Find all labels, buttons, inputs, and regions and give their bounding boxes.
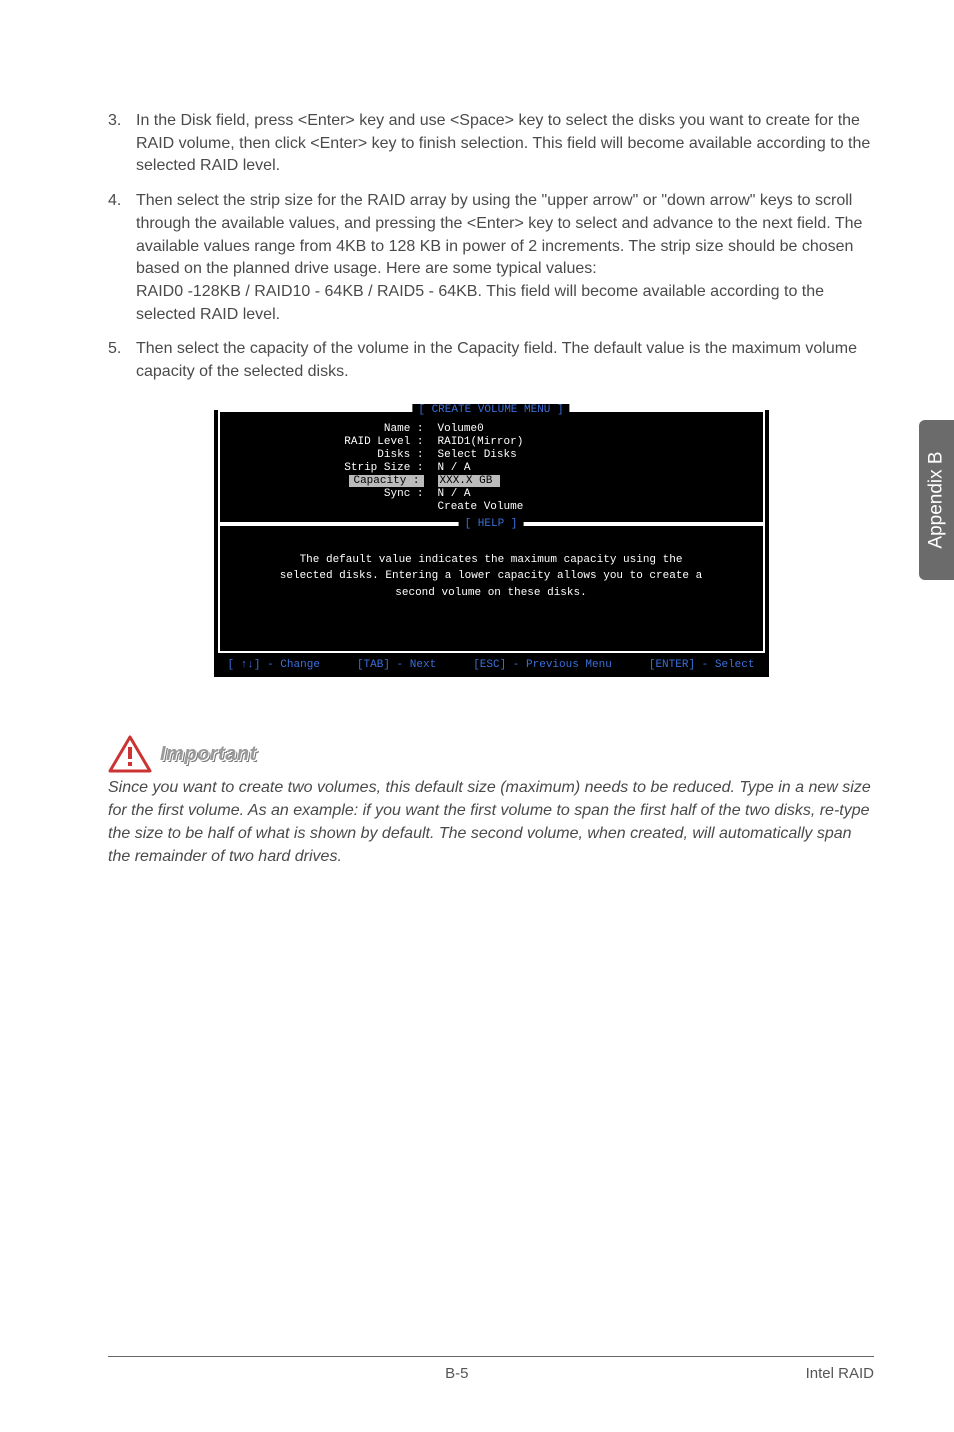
bios-screenshot: [ CREATE VOLUME MENU ] Name :Volume0 RAI… [214,410,769,678]
field-row: Disks :Select Disks [238,449,745,461]
important-callout: Important Since you want to create two v… [108,735,874,868]
side-tab-label: Appendix B [926,451,948,548]
bios-box-title: [ HELP ] [459,518,524,530]
field-value: N / A [438,488,471,500]
field-value: Volume0 [438,423,484,435]
bios-footer: [ ↑↓] - Change [TAB] - Next [ESC] - Prev… [214,653,769,677]
bios-hint: [ENTER] - Select [649,659,755,671]
field-label: Strip Size : [238,462,438,474]
bios-create-volume-box: [ CREATE VOLUME MENU ] Name :Volume0 RAI… [218,410,765,524]
bios-hint: [TAB] - Next [357,659,436,671]
field-row: Create Volume [238,501,745,513]
field-label: Sync : [238,488,438,500]
page-footer: B-5 Intel RAID [108,1356,874,1382]
instruction-list: 3. In the Disk field, press <Enter> key … [108,110,874,384]
field-value: Select Disks [438,449,517,461]
bios-help-text: The default value indicates the maximum … [220,526,763,652]
item-number: 5. [108,338,136,383]
bios-help-box: [ HELP ] The default value indicates the… [218,524,765,654]
field-label: RAID Level : [238,436,438,448]
field-value: RAID1(Mirror) [438,436,524,448]
bios-hint: [ESC] - Previous Menu [473,659,612,671]
footer-page: B-5 [445,1365,468,1382]
item-number: 4. [108,190,136,326]
item-number: 3. [108,110,136,178]
bios-hint: [ ↑↓] - Change [228,659,320,671]
field-value: XXX.X GB [438,475,501,487]
important-header: Important [108,735,874,773]
list-item: 4. Then select the strip size for the RA… [108,190,874,326]
field-value: Create Volume [438,501,524,513]
field-label: Name : [238,423,438,435]
field-row: RAID Level :RAID1(Mirror) [238,436,745,448]
item-text: Then select the capacity of the volume i… [136,338,874,383]
field-label: Disks : [238,449,438,461]
field-label [238,501,438,513]
field-value: N / A [438,462,471,474]
warning-icon [108,735,152,773]
page-content: 3. In the Disk field, press <Enter> key … [0,0,954,868]
item-text: In the Disk field, press <Enter> key and… [136,110,874,178]
field-row: Sync :N / A [238,488,745,500]
footer-section: Intel RAID [806,1365,874,1382]
field-row: Strip Size :N / A [238,462,745,474]
list-item: 3. In the Disk field, press <Enter> key … [108,110,874,178]
important-label: Important [160,743,257,766]
field-row-selected: Capacity :XXX.X GB [238,475,745,487]
side-tab: Appendix B [919,420,954,580]
item-text: Then select the strip size for the RAID … [136,190,874,326]
bios-box-title: [ CREATE VOLUME MENU ] [412,404,569,416]
important-body: Since you want to create two volumes, th… [108,777,874,868]
field-label: Capacity : [238,475,438,487]
field-row: Name :Volume0 [238,423,745,435]
list-item: 5. Then select the capacity of the volum… [108,338,874,383]
bios-fields: Name :Volume0 RAID Level :RAID1(Mirror) … [220,412,763,522]
